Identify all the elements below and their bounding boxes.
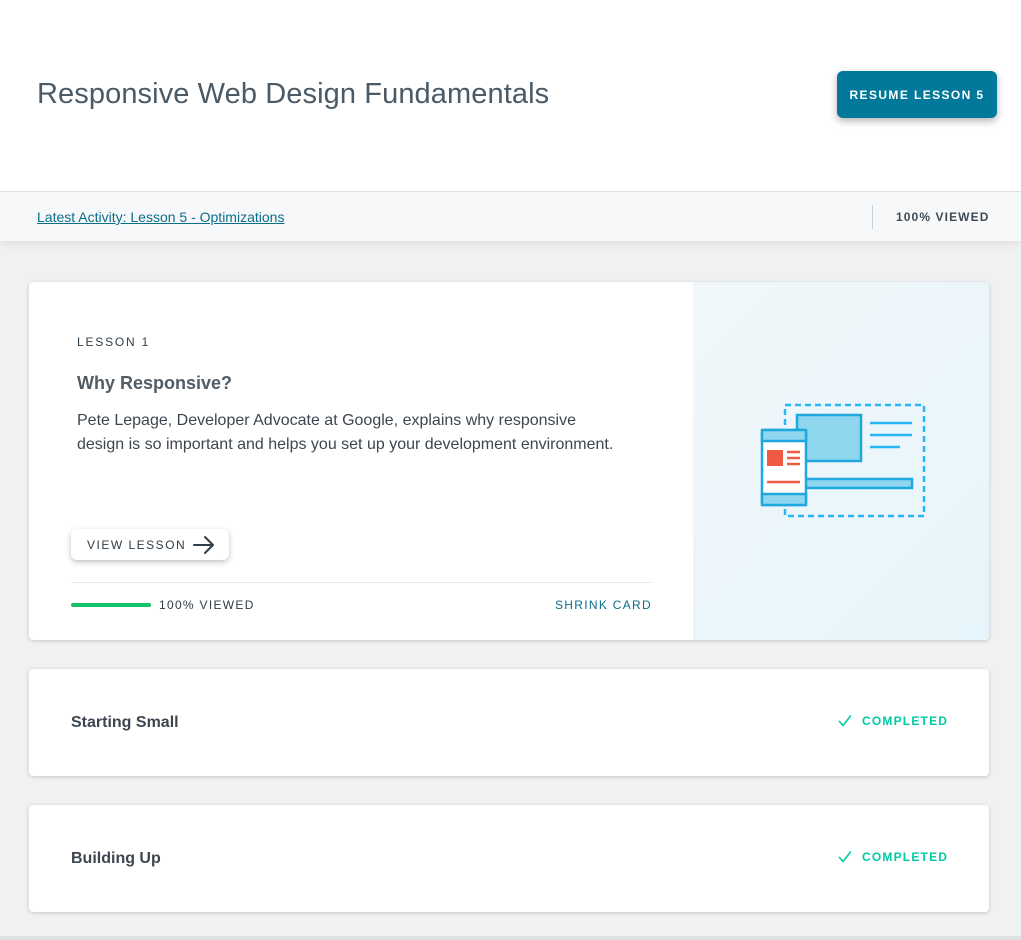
lesson-title: Why Responsive? <box>77 373 233 393</box>
lesson-number: LESSON 1 <box>77 335 151 349</box>
check-icon <box>838 851 852 863</box>
responsive-devices-illustration <box>760 403 926 518</box>
completed-status: COMPLETED <box>838 850 948 864</box>
card-divider <box>71 582 651 583</box>
view-lesson-button[interactable]: VIEW LESSON <box>71 529 229 560</box>
shrink-card-link[interactable]: SHRINK CARD <box>555 598 652 612</box>
course-title: Responsive Web Design Fundamentals <box>37 78 550 110</box>
lesson-card[interactable]: Starting Small COMPLETED <box>29 669 989 776</box>
completed-status: COMPLETED <box>838 714 948 728</box>
lesson-description: Pete Lepage, Developer Advocate at Googl… <box>77 412 614 453</box>
course-header: Responsive Web Design Fundamentals RESUM… <box>0 0 1021 191</box>
activity-divider <box>872 205 873 229</box>
lesson-title: Building Up <box>71 850 161 867</box>
latest-activity-link[interactable]: Latest Activity: Lesson 5 - Optimization… <box>37 209 284 225</box>
status-label: COMPLETED <box>862 850 949 864</box>
resume-lesson-button[interactable]: RESUME LESSON 5 <box>837 71 997 118</box>
lesson-progress-fill <box>71 603 151 607</box>
lesson-illustration-panel <box>693 282 989 640</box>
check-icon <box>838 715 852 727</box>
arrow-right-icon <box>193 536 214 554</box>
lesson-title: Starting Small <box>71 714 179 731</box>
lesson-progress-bar <box>71 603 151 607</box>
activity-bar: Latest Activity: Lesson 5 - Optimization… <box>0 191 1021 241</box>
lesson-card-expanded: LESSON 1 Why Responsive? Pete Lepage, De… <box>29 282 989 640</box>
lesson-card[interactable]: Building Up COMPLETED <box>29 805 989 912</box>
course-viewed-status: 100% VIEWED <box>896 210 990 224</box>
status-label: COMPLETED <box>862 714 949 728</box>
lesson-progress-label: 100% VIEWED <box>159 598 255 612</box>
page-bottom-edge <box>0 936 1021 940</box>
view-lesson-label: VIEW LESSON <box>87 537 187 552</box>
